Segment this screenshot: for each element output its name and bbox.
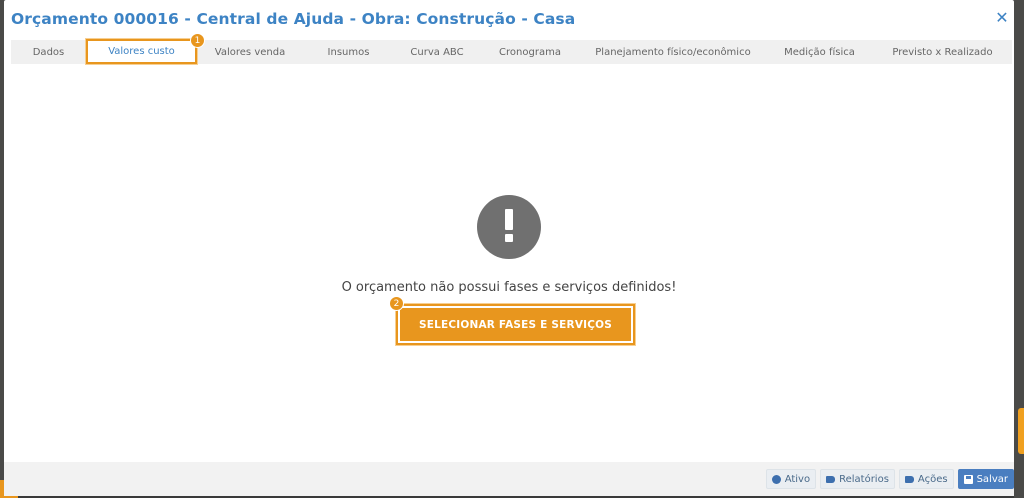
relatorios-button[interactable]: Relatórios <box>820 469 895 489</box>
tab-label: Valores venda <box>214 46 286 58</box>
ativo-button[interactable]: Ativo <box>765 469 817 489</box>
tab-label: Planejamento físico/econômico <box>595 46 751 58</box>
tab-medicao-fisica[interactable]: Medição física <box>766 40 873 64</box>
select-phases-button[interactable]: SELECIONAR FASES E SERVIÇOS <box>400 308 631 341</box>
modal-header: Orçamento 000016 - Central de Ajuda - Ob… <box>4 0 1014 38</box>
tab-curva-abc[interactable]: Curva ABC <box>394 40 480 64</box>
tab-valores-custo[interactable]: Valores custo 1 <box>86 33 205 64</box>
warning-icon <box>477 195 541 259</box>
tab-label: Cronograma <box>499 46 561 58</box>
save-label: Salvar <box>976 473 1008 485</box>
tab-insumos[interactable]: Insumos <box>303 40 394 64</box>
save-icon <box>963 474 973 484</box>
side-help-tab[interactable] <box>1018 408 1024 454</box>
tag-icon <box>826 475 836 483</box>
tab-cronograma[interactable]: Cronograma <box>480 40 580 64</box>
tab-label: Previsto x Realizado <box>892 46 993 58</box>
select-phases-highlight: SELECIONAR FASES E SERVIÇOS 2 <box>389 296 635 345</box>
relatorios-label: Relatórios <box>839 473 889 485</box>
ativo-label: Ativo <box>784 473 811 485</box>
tab-dados[interactable]: Dados <box>11 40 86 64</box>
tab-label: Insumos <box>327 46 370 58</box>
modal-footer: Ativo Relatórios Ações Salvar <box>4 462 1014 496</box>
acoes-button[interactable]: Ações <box>898 469 954 489</box>
save-button[interactable]: Salvar <box>957 469 1014 489</box>
step-badge-2: 2 <box>389 296 404 311</box>
tag-icon <box>904 475 914 483</box>
acoes-label: Ações <box>917 473 948 485</box>
close-icon[interactable]: ✕ <box>994 10 1010 26</box>
tab-valores-venda[interactable]: Valores venda <box>197 40 303 64</box>
circle-icon <box>771 474 781 484</box>
tab-label: Valores custo <box>108 46 175 57</box>
empty-message: O orçamento não possui fases e serviços … <box>341 280 677 295</box>
tab-label: Dados <box>32 46 65 58</box>
budget-modal: Orçamento 000016 - Central de Ajuda - Ob… <box>4 0 1014 496</box>
empty-state: O orçamento não possui fases e serviços … <box>4 195 1014 295</box>
modal-title: Orçamento 000016 - Central de Ajuda - Ob… <box>11 10 576 28</box>
tab-label: Medição física <box>784 46 855 58</box>
tab-label: Curva ABC <box>410 46 464 58</box>
tab-planejamento[interactable]: Planejamento físico/econômico <box>580 40 766 64</box>
tab-bar: Dados Valores custo 1 Valores venda Insu… <box>11 33 1012 64</box>
tab-previsto-realizado[interactable]: Previsto x Realizado <box>873 40 1012 64</box>
